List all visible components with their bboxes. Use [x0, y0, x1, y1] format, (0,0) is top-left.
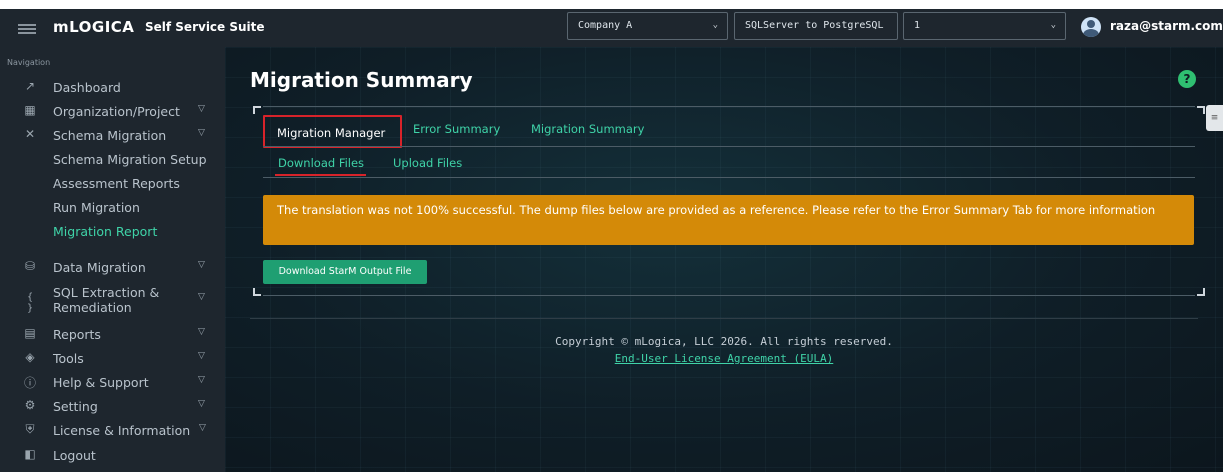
sidebar-item-label: Logout: [53, 448, 96, 463]
nav-title: Navigation: [7, 58, 51, 67]
sidebar-item-migration-report[interactable]: Migration Report: [0, 221, 225, 243]
eula-link[interactable]: End-User License Agreement (EULA): [225, 352, 1223, 365]
sidebar-item-label: Schema Migration Setup: [53, 152, 207, 167]
page-title: Migration Summary: [250, 68, 473, 92]
subtab-download-files[interactable]: Download Files: [278, 156, 364, 170]
sidebar-item-tools[interactable]: ◈ Tools ▽: [0, 348, 225, 370]
active-subtab-underline: [275, 174, 366, 176]
database-icon: ⛁: [24, 259, 36, 273]
warning-alert: The translation was not 100% successful.…: [263, 195, 1194, 245]
settings-side-tab-icon[interactable]: ≡: [1206, 105, 1223, 131]
sidebar-item-label: SQL Extraction & Remediation: [53, 285, 159, 315]
company-select[interactable]: Company A ⌄: [567, 12, 728, 40]
menu-icon[interactable]: [18, 24, 36, 34]
sidebar-item-label: Run Migration: [53, 200, 140, 215]
migration-panel: Migration Manager Error Summary Migratio…: [253, 106, 1205, 296]
logo: mLOGICA: [53, 18, 135, 36]
copyright-text: Copyright © mLogica, LLC 2026. All right…: [555, 335, 893, 348]
chevron-down-icon: ▽: [198, 327, 205, 337]
corner-bracket: [1197, 106, 1205, 114]
shield-icon: ⛨: [25, 422, 35, 436]
migration-type-select[interactable]: SQLServer to PostgreSQL: [734, 12, 898, 40]
corner-bracket: [253, 106, 261, 114]
sidebar-item-label: Organization/Project: [53, 104, 180, 119]
tab-error-summary[interactable]: Error Summary: [413, 122, 500, 136]
sidebar-item-label: Tools: [53, 351, 84, 366]
company-select-value: Company A: [578, 20, 633, 31]
user-avatar-icon[interactable]: [1081, 17, 1101, 37]
sidebar-item-label: Setting: [53, 399, 98, 414]
panel-border-bottom: [263, 295, 1195, 296]
tab-divider: [263, 146, 1195, 147]
app-title: Self Service Suite: [145, 20, 265, 34]
sidebar-item-data-migration[interactable]: ⛁ Data Migration ▽: [0, 257, 225, 279]
layers-icon: ◈: [25, 350, 35, 364]
sidebar-item-assessment-reports[interactable]: Assessment Reports: [0, 173, 225, 195]
chevron-down-icon: ▽: [198, 399, 205, 409]
tab-migration-manager[interactable]: Migration Manager: [263, 115, 402, 148]
sidebar-item-label-line2: Remediation: [53, 300, 132, 315]
header: mLOGICA Self Service Suite Company A ⌄ S…: [0, 9, 1223, 47]
main-content: Migration Summary ? Migration Manager Er…: [225, 47, 1223, 472]
chart-line-icon: ↗: [24, 79, 36, 93]
corner-bracket: [1197, 288, 1205, 296]
panel-border-top: [263, 106, 1195, 107]
sidebar-item-label: Data Migration: [53, 260, 146, 275]
sidebar-item-sql-extraction[interactable]: { } SQL Extraction & Remediation ▽: [0, 285, 225, 315]
chevron-down-icon: ▽: [198, 292, 205, 302]
chevron-down-icon: ⌄: [712, 20, 718, 30]
tab-migration-summary[interactable]: Migration Summary: [531, 122, 644, 136]
chevron-down-icon: ▽: [198, 104, 205, 114]
sidebar-item-label: Help & Support: [53, 375, 149, 390]
logout-icon: ◧: [24, 447, 36, 461]
sidebar: Navigation ↗ Dashboard ▦ Organization/Pr…: [0, 47, 225, 472]
sidebar-item-label: Reports: [53, 327, 101, 342]
gear-icon: ⚙: [24, 398, 36, 412]
chevron-down-icon: ▽: [198, 351, 205, 361]
report-icon: ▤: [24, 326, 36, 340]
chevron-down-icon: ⌄: [1050, 20, 1056, 30]
sidebar-item-organization[interactable]: ▦ Organization/Project ▽: [0, 101, 225, 123]
sidebar-item-logout[interactable]: ◧ Logout: [0, 445, 225, 467]
sidebar-item-setting[interactable]: ⚙ Setting ▽: [0, 396, 225, 418]
project-select-value: 1: [914, 20, 921, 31]
sidebar-item-label: Migration Report: [53, 224, 158, 239]
sidebar-item-label: Assessment Reports: [53, 176, 180, 191]
braces-icon: { }: [26, 292, 34, 314]
sidebar-item-label: License & Information: [53, 423, 191, 438]
user-email[interactable]: raza@starm.com: [1110, 19, 1223, 33]
subtab-divider: [263, 177, 1195, 178]
sidebar-item-label: Schema Migration: [53, 128, 167, 143]
sidebar-item-dashboard[interactable]: ↗ Dashboard: [0, 77, 225, 99]
sidebar-item-schema-migration-setup[interactable]: Schema Migration Setup: [0, 149, 225, 171]
subtab-upload-files[interactable]: Upload Files: [393, 156, 462, 170]
chevron-down-icon: ▽: [199, 423, 206, 433]
grid-icon: ▦: [24, 103, 36, 117]
help-icon[interactable]: ?: [1178, 70, 1196, 88]
download-output-button[interactable]: Download StarM Output File: [263, 260, 427, 284]
corner-bracket: [253, 288, 261, 296]
sidebar-item-label-line1: SQL Extraction &: [53, 285, 160, 300]
footer-divider: [250, 318, 1198, 319]
sidebar-item-license[interactable]: ⛨ License & Information ▽: [0, 420, 225, 442]
tools-icon: ✕: [24, 127, 36, 141]
help-circle-icon: ⓘ: [23, 376, 36, 390]
sidebar-item-schema-migration[interactable]: ✕ Schema Migration ▽: [0, 125, 225, 147]
sidebar-item-run-migration[interactable]: Run Migration: [0, 197, 225, 219]
sidebar-item-help-support[interactable]: ⓘ Help & Support ▽: [0, 372, 225, 394]
migration-type-value: SQLServer to PostgreSQL: [745, 20, 884, 31]
sidebar-item-reports[interactable]: ▤ Reports ▽: [0, 324, 225, 346]
chevron-down-icon: ▽: [198, 260, 205, 270]
chevron-down-icon: ▽: [198, 128, 205, 138]
chevron-down-icon: ▽: [198, 375, 205, 385]
sidebar-item-label: Dashboard: [53, 80, 121, 95]
project-select[interactable]: 1 ⌄: [903, 12, 1066, 40]
